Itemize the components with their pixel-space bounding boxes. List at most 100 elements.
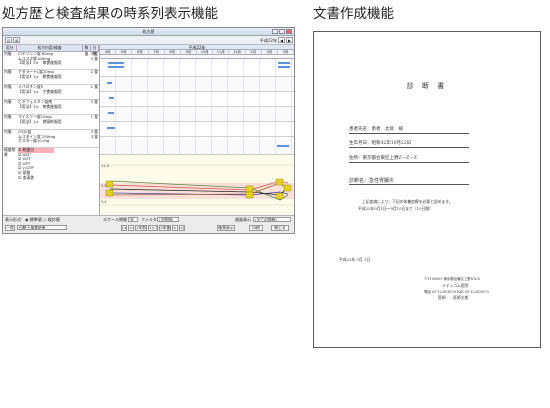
axis-tick: 11.0 [101,164,110,168]
expand-button[interactable]: ⊞ [13,37,20,43]
rx-category: 内服 [4,114,12,119]
result-marker[interactable] [245,191,254,199]
window-title: 処方歴 [142,29,155,34]
field-underline [349,147,469,148]
rx-qty: 1 錠 [90,114,98,119]
result-marker[interactable] [245,185,254,193]
timeline-row [100,122,294,137]
prescription-period-bar[interactable] [108,62,124,64]
result-marker[interactable] [275,192,284,200]
month-label: 12月 [229,50,246,54]
prescription-period-bar[interactable] [277,145,289,147]
diagnosis: 診断名：急性胃腸炎 [349,178,395,184]
prescription-row[interactable]: 内服 ロキソニン錠 60mg ムコスタ錠100mg 【用法】3× 毎食後服用 3… [3,51,99,70]
result-marker[interactable] [275,178,284,186]
prescription-row[interactable]: 内服 ビオフェルミン錠剤 【用法】3× 毎食後服用 3 錠 [3,99,99,115]
rx-qty: 3 錠 [90,55,98,61]
field-underline [349,133,469,134]
nav-prev-button[interactable]: < [128,225,134,231]
month-label: 7月 [149,50,165,54]
print-button[interactable]: 印刷 [249,225,263,231]
result-marker[interactable] [283,184,292,192]
axis-tick: 5.4 [101,200,107,204]
timeline-grid: 平成22年 4月 5月 6月 7月 8月 9月 10月 11月 12月 1月 2… [100,45,294,232]
list-header: 区分 処方内容/検査 数量 日数 [3,45,99,56]
prescription-period-bar[interactable] [108,112,114,114]
patient-name: 患者氏名：患者 太郎 様 [349,127,403,132]
collapse-button[interactable]: ⊟ [5,37,12,43]
nav-month-button[interactable]: 1ヶ月 [148,225,158,231]
prescription-period-bar[interactable] [107,82,112,84]
prescription-list-pane: 区分 処方内容/検査 数量 日数 内服 ロキソニン錠 60mg ムコスタ錠100… [3,45,100,233]
prescription-period-bar[interactable] [107,127,115,129]
scale-select[interactable]: 年 [128,217,138,222]
prescription-row[interactable]: 内服 マイスリー錠10mg 【用法】1× 就寝前服用 1 錠 [3,114,99,130]
clinic-phone: 電話 03-1234-5678 FAX 03-1234-5679 [424,290,489,294]
prescription-row[interactable]: 内服 メバロチン錠5 【用法】1× 夕食後服用 1 錠 [3,84,99,100]
prescription-row[interactable]: 内服 ﾒﾘｽﾛﾝ錠 ムコダイン錠 250mg ガスター錠10 mg 3 錠3 錠 [3,129,99,148]
filter-label: フィルタ [141,217,157,222]
rx-usage: 【用法】3× 毎食後服用 [18,103,62,109]
filter-select[interactable]: (全期間) [157,217,179,222]
medical-certificate-page: 診 断 書 患者氏名：患者 太郎 様 生年月日：昭和42年10月22日 住所：東… [313,31,541,348]
certificate-body-line-1: 上記疾病により、下記の休養加療を必要と認めます。 [362,199,453,204]
field-underline [349,162,469,163]
scale-period-label: 期間 [119,217,127,222]
nav-first-button[interactable]: |< [121,225,127,231]
rx-category: 内服 [4,129,12,134]
test-category: 検査結果 [4,147,16,157]
field-underline [349,184,469,185]
month-label: 5月 [116,50,133,54]
rx-category: 内服 [4,84,12,89]
prescription-row[interactable]: 内服 アダラートL錠20mg 【用法】1× 朝食後服用 2 錠 [3,69,99,85]
report-view-button[interactable]: 帳票表示 [217,225,235,231]
prescription-period-bar[interactable] [278,66,290,68]
search-mode-select[interactable]: 回数＋検査結果 [17,225,67,230]
display-mode-label: 描画表示 [235,217,251,222]
rx-category: 内服 [4,69,12,74]
month-label: 8月 [165,50,181,54]
minimize-icon[interactable] [272,29,278,34]
close-button[interactable]: 閉じる [271,225,289,231]
month-label: 2月 [262,50,278,54]
rx-qty: 3 錠 [90,99,98,104]
year-label: 平成22年 [259,38,277,43]
result-marker[interactable] [105,180,114,188]
month-label: 9月 [181,50,198,54]
rx-drug: ガスター錠10 mg [18,138,50,144]
month-label: 1月 [246,50,262,54]
nav-next-button[interactable]: > [172,225,178,231]
caption-document-feature: 文書作成機能 [313,6,394,22]
close-icon[interactable] [286,29,292,34]
display-option-review[interactable]: ○ 検討値 [43,217,60,222]
next-year-button[interactable]: ▶ [286,37,293,43]
result-marker[interactable] [105,189,114,197]
rx-qty: 1 錠 [90,84,98,89]
display-mode-select[interactable]: (全ての期間) [253,217,291,222]
certificate-body-line-2: 平成22年9月1日～9月10日まで（10日間） [358,206,433,211]
bottom-controls: 表示形式： ◉ 標準値 ○ 検討値 スケール 期間 年 フィルタ (全期間) 描… [3,215,294,233]
display-option-standard[interactable]: ◉ 標準値 [25,217,42,222]
display-format-label: 表示形式： [5,217,25,222]
rx-usage: 【用法】1× 夕食後服用 [18,88,62,94]
header-qty: 数量 [83,45,91,56]
prescription-period-bar[interactable] [108,66,124,68]
prev-year-button[interactable]: ◀ [278,37,285,43]
month-label: 3月 [278,50,294,54]
rx-usage: 【用法】3× 毎食後服用 [18,60,62,66]
window-titlebar: 処方歴 [3,28,294,36]
prescription-period-bar[interactable] [278,62,290,64]
test-item[interactable]: ☑ 血清鉄 [18,175,54,181]
scale-label: スケール [103,217,119,222]
rx-category: 内服 [4,99,12,104]
prescription-period-bar[interactable] [109,97,114,99]
caption-timeline-feature: 処方歴と検査結果の時系列表示機能 [2,6,218,22]
maximize-icon[interactable] [279,29,285,34]
nav-year-forward-button[interactable]: 1年後 [159,225,171,231]
axis-tick: 7.5 [101,184,107,188]
nav-last-button[interactable]: >| [179,225,185,231]
timeline-row [100,107,294,122]
list-button[interactable]: 一覧 [5,225,15,231]
nav-year-back-button[interactable]: 1年前 [135,225,147,231]
doctor-name: 医師 医師太郎 [438,295,469,300]
